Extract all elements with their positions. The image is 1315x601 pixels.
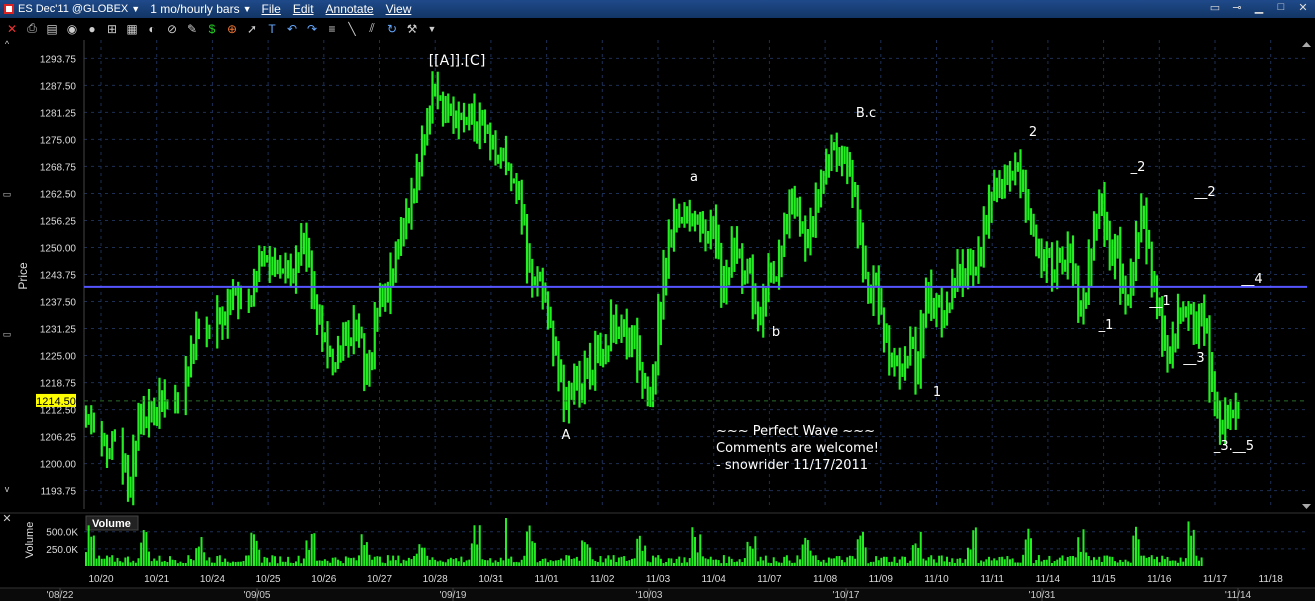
time-tick-label: 11/04 <box>702 574 727 585</box>
time-tick-label: 11/07 <box>757 574 782 585</box>
time-tick-label: 11/02 <box>590 574 615 585</box>
time-tick-label: 11/03 <box>646 574 671 585</box>
comment-line-1: ~~~ Perfect Wave ~~~ <box>716 424 875 439</box>
time-tick-label: 11/17 <box>1203 574 1228 585</box>
price-tick-label: 1281.25 <box>40 108 77 119</box>
wave-label: _3.__5 <box>1213 439 1254 454</box>
time-tick-label: 11/09 <box>869 574 894 585</box>
time-tick-label: 10/20 <box>88 574 113 585</box>
price-chart[interactable]: 1293.75 1287.50 1281.25 1275.00 1268.75 1262.… <box>0 0 1315 601</box>
price-tick-label: 1218.75 <box>40 379 77 390</box>
price-tick-label: 1268.75 <box>40 162 77 173</box>
wave-label: __4 <box>1240 272 1262 287</box>
wave-label: 2 <box>1029 125 1037 140</box>
price-tick-label: 1250.00 <box>40 243 77 254</box>
time-tick-label: 11/11 <box>980 574 1004 585</box>
overview-tick-label: '10/03 <box>636 590 663 601</box>
price-tick-label: 1243.75 <box>40 271 77 282</box>
wave-label: __3 <box>1182 351 1204 366</box>
time-tick-label: 11/18 <box>1259 574 1284 585</box>
price-tick-label: 1200.00 <box>40 460 77 471</box>
price-axis-label: Price <box>16 262 30 290</box>
wave-label: B.c <box>856 106 876 121</box>
scrollbar-top-icon[interactable] <box>1302 42 1311 47</box>
time-tick-label: 11/10 <box>924 574 949 585</box>
overview-tick-label: '09/19 <box>440 590 467 601</box>
price-tick-label: 1275.00 <box>40 135 77 146</box>
comment-box[interactable]: ~~~ Perfect Wave ~~~ Comments are welcom… <box>716 424 879 473</box>
wave-label: _1 <box>1098 318 1114 333</box>
price-tick-label: 1225.00 <box>40 352 77 363</box>
wave-label: A <box>562 428 571 443</box>
volume-tick-label: 500.0K <box>46 528 78 539</box>
current-price-tag: 1214.50 <box>36 393 76 408</box>
volume-axis-label: Volume <box>24 522 36 559</box>
volume-panel: Volume Volume 500.0K 250.0K <box>24 515 1307 566</box>
time-axis: 10/20 10/21 10/24 10/25 10/26 10/27 10/28 10/31… <box>88 574 1283 585</box>
wave-label: __2 <box>1193 185 1215 200</box>
price-tick-label: 1206.25 <box>40 433 77 444</box>
time-tick-label: 10/26 <box>311 574 336 585</box>
volume-panel-title: Volume <box>92 518 131 530</box>
wave-label: _2 <box>1130 160 1146 175</box>
time-tick-label: 11/01 <box>534 574 559 585</box>
overview-tick-label: '10/31 <box>1029 590 1056 601</box>
volume-tick-label: 250.0K <box>46 545 78 556</box>
time-tick-label: 10/24 <box>200 574 225 585</box>
volume-axis: 500.0K 250.0K <box>46 528 1307 556</box>
price-axis: 1293.75 1287.50 1281.25 1275.00 1268.75 1262.… <box>40 40 85 509</box>
price-bars <box>84 71 1240 506</box>
wave-label: a <box>690 170 698 185</box>
wave-label: b <box>772 325 780 340</box>
scrollbar-bottom-icon[interactable] <box>1302 504 1311 509</box>
volume-bars <box>85 518 1203 566</box>
comment-line-2: Comments are welcome! <box>716 441 879 456</box>
price-tick-label: 1237.50 <box>40 298 77 309</box>
price-tick-label: 1287.50 <box>40 81 77 92</box>
time-tick-label: 10/28 <box>423 574 448 585</box>
svg-text:1214.50: 1214.50 <box>36 396 76 408</box>
overview-tick-label: '08/22 <box>47 590 74 601</box>
wave-label: 1 <box>933 385 941 400</box>
price-tick-label: 1231.25 <box>40 325 77 336</box>
time-tick-label: 10/27 <box>367 574 392 585</box>
price-tick-label: 1193.75 <box>41 487 77 498</box>
time-tick-label: 10/25 <box>256 574 281 585</box>
time-tick-label: 11/08 <box>813 574 838 585</box>
time-tick-label: 11/14 <box>1036 574 1061 585</box>
time-tick-label: 10/21 <box>144 574 169 585</box>
overview-tick-label: '11/14 <box>1225 590 1252 601</box>
overview-tick-label: '10/17 <box>833 590 860 601</box>
price-tick-label: 1256.25 <box>40 216 77 227</box>
time-tick-label: 10/31 <box>478 574 503 585</box>
price-tick-label: 1293.75 <box>40 54 77 65</box>
time-tick-label: 11/16 <box>1147 574 1172 585</box>
wave-label: [[A]].[C] <box>429 53 486 69</box>
price-tick-label: 1262.50 <box>40 189 77 200</box>
time-tick-label: 11/15 <box>1091 574 1116 585</box>
overview-tick-label: '09/05 <box>244 590 271 601</box>
wave-label: __1 <box>1148 294 1170 309</box>
comment-line-3: - snowrider 11/17/2011 <box>716 458 868 473</box>
